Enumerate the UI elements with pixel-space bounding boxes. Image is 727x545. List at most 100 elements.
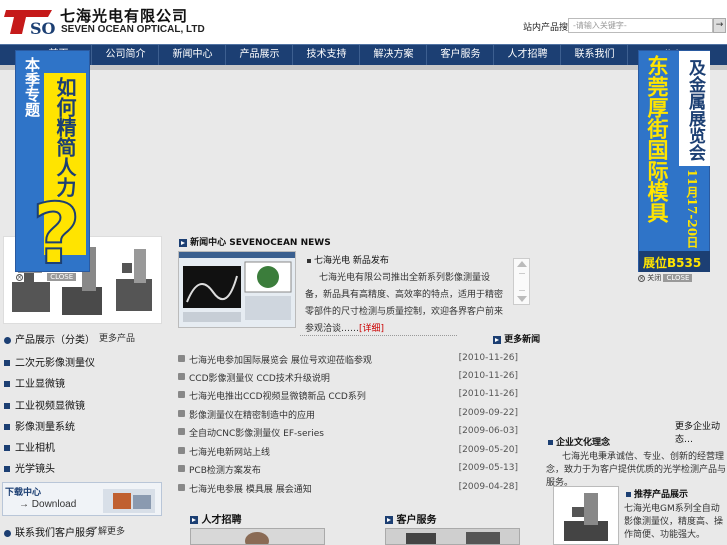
- news-item-title: 影像测量仪在精密制造中的应用: [189, 411, 316, 421]
- product-item[interactable]: 光学镜头: [4, 460, 55, 475]
- right-more-link[interactable]: 更多企业动态…: [675, 419, 727, 445]
- product-item[interactable]: 工业相机: [4, 439, 55, 454]
- nav-item-jobs[interactable]: 人才招聘: [495, 45, 561, 66]
- service-photo[interactable]: [385, 528, 520, 545]
- nav-item-products[interactable]: 产品展示: [227, 45, 293, 66]
- list-bullet-icon: [178, 484, 185, 491]
- bullet-icon: [4, 381, 10, 387]
- scroll-up-icon[interactable]: [517, 261, 527, 267]
- nav-item-about[interactable]: 公司简介: [93, 45, 159, 66]
- news-list-item[interactable]: PCB检测方案发布 [2009-05-13]: [178, 463, 520, 477]
- scroll-down-icon[interactable]: [517, 296, 527, 302]
- news-software-image: [179, 252, 295, 327]
- product-item-label: 工业显微镜: [15, 379, 65, 390]
- bullet-icon: [4, 445, 10, 451]
- products-section-head: 产品展示（分类）: [4, 331, 95, 346]
- right-banner-line2: 及金属展览会: [685, 59, 705, 161]
- right-banner-close[interactable]: × 关闭 CLOSE: [638, 273, 693, 283]
- more-news-link[interactable]: 更多新闻: [493, 332, 540, 345]
- download-center-banner[interactable]: 下载中心 → Download: [2, 482, 162, 516]
- product-item-label: 光学镜头: [15, 464, 55, 475]
- list-bullet-icon: [178, 355, 185, 362]
- product-item[interactable]: 工业视频显微镜: [4, 397, 85, 412]
- news-summary-text: 七海光电有限公司推出全新系列影像测量设备，新品具有高精度、高效率的特点，适用于精…: [305, 273, 504, 334]
- news-detail-link[interactable]: [详细]: [359, 324, 384, 334]
- product-item-label: 影像测量系统: [15, 422, 75, 433]
- product-item-label: 工业相机: [15, 443, 55, 454]
- recommended-product-image[interactable]: [553, 486, 619, 545]
- company-logo-icon[interactable]: SO: [2, 4, 56, 40]
- news-item-date: [2009-09-22]: [458, 408, 518, 418]
- products-head-label: 产品展示（分类）: [15, 335, 95, 346]
- nav-item-solutions[interactable]: 解决方案: [361, 45, 427, 66]
- search-submit-button[interactable]: →: [713, 18, 726, 33]
- left-promo-banner[interactable]: 本季专题 如何精简人力 ?: [15, 50, 90, 273]
- news-headline[interactable]: 七海光电 新品发布: [307, 253, 389, 266]
- news-list-item[interactable]: 七海光电参展 模具展 展会通知 [2009-04-28]: [178, 482, 520, 496]
- service-section-head-bottom[interactable]: 客户服务: [385, 511, 436, 526]
- culture-text: 七海光电秉承诚信、专业、创新的经营理念，致力于为客户提供优质的光学检测产品与服务…: [546, 452, 727, 488]
- news-item-date: [2009-05-13]: [458, 463, 518, 473]
- search-input[interactable]: -请输入关键字-: [568, 18, 713, 33]
- left-banner-line2: 如何精简人力: [53, 77, 77, 197]
- list-bullet-icon: [178, 428, 185, 435]
- handshake-photo-image: [386, 529, 519, 544]
- right-banner-close-cn: 关闭: [647, 274, 662, 282]
- nav-item-contact[interactable]: 联系我们: [562, 45, 628, 66]
- news-list-item[interactable]: 影像测量仪在精密制造中的应用 [2009-09-22]: [178, 408, 520, 422]
- product-item[interactable]: 二次元影像测量仪: [4, 354, 95, 369]
- section-bullet-icon: [4, 529, 11, 537]
- download-en: → Download: [19, 499, 77, 510]
- nav-item-news[interactable]: 新闻中心: [160, 45, 226, 66]
- news-item-title: 七海光电推出CCD视频显微镜新品 CCD系列: [189, 392, 366, 402]
- jobs-photo[interactable]: [190, 528, 325, 545]
- news-list-item[interactable]: 七海光电参加国际展览会 展位号欢迎莅临参观 [2010-11-26]: [178, 353, 520, 367]
- section-bullet-icon: [4, 336, 11, 344]
- left-banner-line1: 本季专题: [23, 57, 41, 117]
- product-item[interactable]: 工业显微镜: [4, 375, 65, 390]
- news-title-label: 新闻中心 SEVENOCEAN NEWS: [190, 238, 331, 248]
- left-banner-close-label: CLOSE: [47, 273, 77, 281]
- news-item-title: 全自动CNC影像测量仪 EF-series: [189, 429, 324, 439]
- company-name-cn: 七海光电有限公司: [60, 7, 189, 25]
- jobs-section-head[interactable]: 人才招聘: [190, 511, 241, 526]
- products-more-link[interactable]: 更多产品: [99, 331, 135, 344]
- close-icon: ×: [16, 274, 23, 281]
- main-nav: 首页 公司简介 新闻中心 产品展示 技术支持 解决方案 客户服务 人才招聘 联系…: [0, 44, 727, 66]
- news-headline-label: 七海光电 新品发布: [314, 256, 389, 266]
- bullet-icon: [4, 424, 10, 430]
- news-list-item[interactable]: 全自动CNC影像测量仪 EF-series [2009-06-03]: [178, 426, 520, 440]
- news-item-title: 七海光电参展 模具展 展会通知: [189, 485, 312, 495]
- header: SO 七海光电有限公司 SEVEN OCEAN OPTICAL, LTD 站内产…: [0, 0, 727, 44]
- bullet-icon: [4, 360, 10, 366]
- left-banner-close[interactable]: × CLOSE: [16, 273, 77, 281]
- right-banner-booth: 展位B535: [643, 256, 702, 270]
- service-more-link[interactable]: 了解更多: [89, 524, 125, 537]
- download-illustration-icon: [103, 489, 155, 513]
- nav-item-service[interactable]: 客户服务: [428, 45, 494, 66]
- news-list-item[interactable]: CCD影像测量仪 CCD技术升级说明 [2010-11-26]: [178, 371, 520, 385]
- news-item-date: [2010-11-26]: [458, 389, 518, 399]
- arrow-box-icon: [179, 238, 187, 247]
- product-item[interactable]: 影像测量系统: [4, 418, 75, 433]
- list-bullet-icon: [178, 447, 185, 454]
- news-scroller[interactable]: [513, 258, 530, 305]
- news-section-title: 新闻中心 SEVENOCEAN NEWS: [179, 235, 331, 248]
- scroll-track: [519, 273, 525, 291]
- nav-item-support[interactable]: 技术支持: [294, 45, 360, 66]
- news-summary: 七海光电有限公司推出全新系列影像测量设备，新品具有高精度、高效率的特点，适用于精…: [305, 270, 503, 338]
- news-screenshot-image[interactable]: [178, 251, 296, 328]
- news-item-date: [2010-11-26]: [458, 353, 518, 363]
- bullet-icon: [548, 440, 553, 445]
- news-item-title: 七海光电参加国际展览会 展位号欢迎莅临参观: [189, 356, 372, 366]
- news-item-date: [2009-05-20]: [458, 445, 518, 455]
- news-list-item[interactable]: 七海光电新网站上线 [2009-05-20]: [178, 445, 520, 459]
- recommended-product-text: 七海光电GM系列全自动影像测量仪，精度高、操作简便、功能强大。: [624, 504, 724, 540]
- list-bullet-icon: [178, 465, 185, 472]
- news-list-item[interactable]: 七海光电推出CCD视频显微镜新品 CCD系列 [2010-11-26]: [178, 389, 520, 403]
- right-promo-banner[interactable]: 东莞厚街国际模具 及金属展览会 11月17-20日 展位B535: [638, 50, 710, 272]
- download-cn: 下载中心: [5, 488, 42, 498]
- recommended-product-head[interactable]: 推荐产品展示: [626, 487, 688, 500]
- person-photo-image: [191, 529, 324, 545]
- product-item-label: 二次元影像测量仪: [15, 358, 95, 369]
